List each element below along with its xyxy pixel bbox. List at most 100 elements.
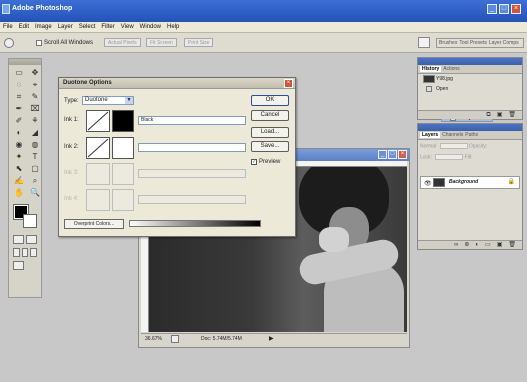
slice-tool-icon[interactable]: ✎ [28,92,42,102]
menu-window[interactable]: Window [140,24,161,30]
new-group-icon[interactable]: ▭ [485,241,491,249]
crop-tool-icon[interactable]: ⌗ [12,92,26,102]
ink3-curve-box [86,163,110,185]
menu-view[interactable]: View [121,24,134,30]
history-panel-titlebar[interactable] [418,58,522,65]
new-document-icon[interactable]: ⧉ [486,111,490,119]
minimize-button[interactable]: _ [487,4,497,14]
scroll-all-windows-label: Scroll All Windows [44,40,94,46]
app-title: Adobe Photoshop [12,5,73,12]
zoom-level[interactable]: 36.67% [145,336,162,342]
menu-image[interactable]: Image [35,24,52,30]
dodge-tool-icon[interactable]: ◍ [28,140,42,150]
layers-panel-titlebar[interactable] [418,124,522,131]
marquee-tool-icon[interactable]: ▭ [12,68,26,78]
lasso-tool-icon[interactable]: ◌ [12,80,26,90]
close-button[interactable]: × [511,4,521,14]
type-select[interactable]: Duotone ▼ [82,96,134,105]
magic-wand-tool-icon[interactable]: ⌖ [28,80,42,90]
tab-history[interactable]: History [420,66,442,72]
ink2-curve-box[interactable] [86,137,110,159]
full-screen-menu-mode-icon[interactable] [21,248,29,257]
fit-screen-button[interactable]: Fit Screen [146,38,177,47]
eraser-tool-icon[interactable]: ◐ [12,128,26,138]
blur-tool-icon[interactable]: ◉ [12,140,26,150]
shape-tool-icon[interactable]: ▢ [28,164,42,174]
overprint-colors-button[interactable]: Overprint Colors... [64,219,124,229]
well-tab-brushes[interactable]: Brushes [439,40,457,46]
history-source-row[interactable]: Y98.jpg [418,74,522,84]
print-size-button[interactable]: Print Size [184,38,214,47]
menu-file[interactable]: File [3,24,13,30]
document-minimize-button[interactable]: _ [378,150,387,159]
move-tool-icon[interactable]: ✥ [28,68,42,78]
document-maximize-button[interactable]: □ [388,150,397,159]
tab-actions[interactable]: Actions [443,66,459,72]
standard-mode-icon[interactable] [13,235,24,244]
link-layers-icon[interactable]: ∞ [454,241,458,249]
history-brush-tool-icon[interactable]: ⚘ [28,116,42,126]
tab-channels[interactable]: Channels [442,132,463,138]
standard-screen-mode-icon[interactable] [13,248,20,257]
background-color-swatch[interactable] [23,214,37,228]
type-tool-icon[interactable]: T [28,152,42,162]
pen-tool-icon[interactable]: ⬉ [12,164,26,174]
menu-select[interactable]: Select [79,24,96,30]
ink2-name-field[interactable] [138,143,246,152]
menu-edit[interactable]: Edit [19,24,29,30]
path-selection-tool-icon[interactable]: ✦ [12,152,26,162]
full-screen-mode-icon[interactable] [30,248,38,257]
ink2-color-swatch[interactable] [112,137,134,159]
load-button[interactable]: Load... [251,127,289,138]
healing-brush-tool-icon[interactable]: ✒ [12,104,26,114]
status-menu-arrow-icon[interactable]: ▶ [269,335,274,342]
maximize-button[interactable]: □ [499,4,509,14]
history-panel: History Actions Y98.jpg Open Grayscale ⧉… [417,57,523,122]
eyedropper-tool-icon[interactable]: ⌕ [28,176,42,186]
ink1-curve-box[interactable] [86,110,110,132]
clone-stamp-tool-icon[interactable]: ✐ [12,116,26,126]
brush-tool-icon[interactable]: ⌧ [28,104,42,114]
hand-tool-icon[interactable]: ✋ [12,188,26,198]
duotone-gradient-bar [129,220,261,227]
cancel-button[interactable]: Cancel [251,110,289,121]
menu-layer[interactable]: Layer [58,24,73,30]
adjustment-layer-icon[interactable]: ◐ [475,241,479,249]
tab-layers[interactable]: Layers [420,132,441,138]
trash-icon[interactable]: 🗑 [508,241,516,249]
photo-hand [319,227,349,252]
new-layer-icon[interactable]: ▣ [497,241,503,249]
layer-style-icon[interactable]: ⊛ [464,241,469,249]
new-snapshot-icon[interactable]: ▣ [497,111,503,119]
preview-checkbox[interactable]: ✓ [251,159,257,165]
blend-mode-select[interactable]: Normal [420,143,436,149]
dialog-title-bar[interactable]: Duotone Options × [59,78,295,89]
zoom-tool-icon[interactable]: 🔍 [28,188,42,198]
menu-bar: File Edit Image Layer Select Filter View… [0,22,527,33]
save-button[interactable]: Save... [251,141,289,152]
actual-pixels-button[interactable]: Actual Pixels [104,38,141,47]
quick-mask-mode-icon[interactable] [26,235,37,244]
well-tab-tool-presets[interactable]: Tool Presets [459,40,487,46]
ok-button[interactable]: OK [251,95,289,106]
menu-filter[interactable]: Filter [101,24,114,30]
document-close-button[interactable]: × [398,150,407,159]
well-tab-layer-comps[interactable]: Layer Comps [489,40,519,46]
ink1-name-field[interactable]: Black [138,116,246,125]
layer-row-background[interactable]: 👁 Background 🔒 [420,176,520,189]
gradient-tool-icon[interactable]: ◢ [28,128,42,138]
dialog-close-icon[interactable]: × [284,79,293,88]
trash-icon[interactable]: 🗑 [508,111,516,119]
ink1-color-swatch[interactable] [112,110,134,132]
preview-label: Preview [259,159,281,165]
history-item[interactable]: Open [418,84,522,94]
lock-options-box[interactable] [435,154,464,160]
brush-palette-icon[interactable] [418,37,430,48]
tab-paths[interactable]: Paths [465,132,478,138]
scroll-all-windows-checkbox[interactable] [36,40,42,46]
imageready-icon[interactable] [13,261,24,270]
notes-tool-icon[interactable]: ✍ [12,176,26,186]
hand-tool-preset-icon[interactable] [4,38,14,48]
menu-help[interactable]: Help [167,24,179,30]
eye-icon[interactable]: 👁 [424,179,432,190]
